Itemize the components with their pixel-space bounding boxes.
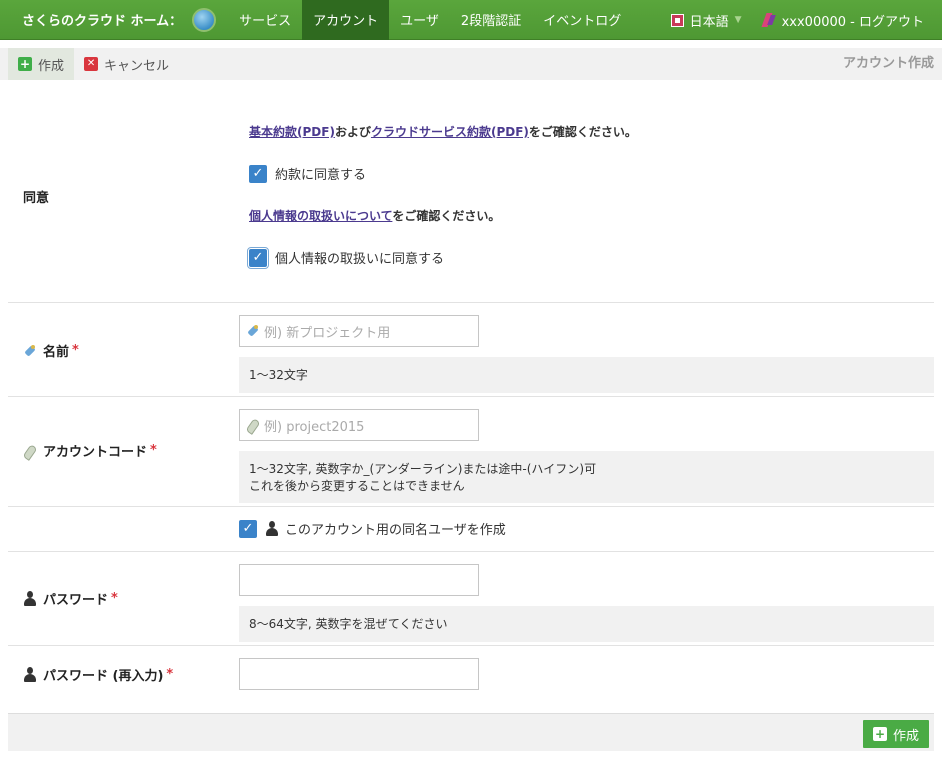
- plus-icon: +: [872, 727, 887, 741]
- nav-tab-users[interactable]: ユーザ: [389, 0, 450, 40]
- name-label: 名前 *: [23, 341, 79, 360]
- refresh-icon[interactable]: [192, 7, 217, 32]
- agree-terms-checkbox-line[interactable]: ✓ 約款に同意する: [249, 164, 366, 183]
- language-selector[interactable]: 日本語: [690, 11, 729, 30]
- password-label: パスワード *: [23, 589, 118, 608]
- password-input[interactable]: [239, 564, 479, 596]
- nav-tab-event-log[interactable]: イベントログ: [532, 0, 632, 40]
- basic-terms-link[interactable]: 基本約款(PDF): [249, 125, 335, 139]
- brand-home-link[interactable]: さくらのクラウド ホーム：: [0, 10, 182, 29]
- create-user-label: このアカウント用の同名ユーザを作成: [285, 523, 506, 538]
- toolbar: + 作成 ✕ キャンセル アカウント作成: [0, 48, 942, 80]
- name-hint: 1～32文字: [239, 357, 934, 393]
- required-mark: *: [72, 343, 79, 358]
- tag-icon: [246, 324, 260, 338]
- person-icon: [23, 667, 37, 682]
- agreement-label: 同意: [23, 191, 50, 206]
- feather-icon: [23, 443, 37, 459]
- toolbar-cancel-label: キャンセル: [104, 58, 170, 74]
- person-icon: [23, 591, 37, 606]
- nav-tab-two-factor[interactable]: 2段階認証: [450, 0, 532, 40]
- create-user-checkbox-line[interactable]: ✓ このアカウント用の同名ユーザを作成: [239, 519, 506, 538]
- agree-privacy-label: 個人情報の取扱いに同意する: [275, 252, 445, 267]
- privacy-line: 個人情報の取扱いについてをご確認ください。: [249, 209, 501, 223]
- chevron-down-icon[interactable]: ▼: [735, 15, 742, 25]
- nav-tab-account[interactable]: アカウント: [302, 0, 390, 40]
- create-user-checkbox[interactable]: ✓: [239, 519, 257, 538]
- page-title: アカウント作成: [842, 56, 934, 71]
- account-code-row: アカウントコード * 例) project2015 1～32文字, 英数字か_(ア…: [8, 397, 934, 507]
- submit-create-button[interactable]: + 作成: [862, 720, 929, 748]
- password-confirm-row: パスワード (再入力) *: [8, 646, 934, 708]
- password-confirm-label: パスワード (再入力) *: [23, 665, 173, 684]
- logout-link[interactable]: xxx00000 - ログアウト: [782, 11, 924, 30]
- agree-terms-checkbox[interactable]: ✓: [249, 164, 267, 183]
- top-nav: さくらのクラウド ホーム： サービス アカウント ユーザ 2段階認証 イベントロ…: [0, 0, 942, 40]
- account-code-placeholder: 例) project2015: [264, 419, 365, 435]
- submit-create-label: 作成: [892, 728, 919, 744]
- nav-right: 日本語 ▼ xxx00000 - ログアウト: [670, 0, 924, 40]
- plus-icon: +: [18, 57, 32, 71]
- account-code-input[interactable]: 例) project2015: [239, 409, 479, 441]
- password-hint: 8～64文字, 英数字を混ぜてください: [239, 606, 934, 642]
- nav-tab-services[interactable]: サービス: [228, 0, 302, 40]
- agree-privacy-checkbox[interactable]: ✓: [247, 246, 269, 269]
- name-input[interactable]: 例) 新プロジェクト用: [239, 315, 479, 347]
- password-confirm-input[interactable]: [239, 658, 479, 690]
- name-placeholder: 例) 新プロジェクト用: [264, 325, 391, 341]
- agree-privacy-checkbox-line[interactable]: ✓ 個人情報の取扱いに同意する: [247, 246, 445, 269]
- agree-terms-label: 約款に同意する: [275, 168, 367, 183]
- person-icon: [265, 521, 279, 536]
- toolbar-create-label: 作成: [38, 58, 65, 74]
- tag-icon: [23, 344, 37, 358]
- close-icon: ✕: [84, 57, 99, 71]
- agreement-row: 同意 基本約款(PDF)およびクラウドサービス約款(PDF)をご確認ください。 …: [8, 80, 934, 303]
- create-user-row: ✓ このアカウント用の同名ユーザを作成: [8, 507, 934, 552]
- cloud-terms-link[interactable]: クラウドサービス約款(PDF): [371, 125, 529, 139]
- privacy-link[interactable]: 個人情報の取扱いについて: [249, 209, 392, 223]
- toolbar-cancel-button[interactable]: ✕ キャンセル: [74, 48, 179, 80]
- user-icon: [762, 12, 776, 28]
- form-footer: + 作成: [8, 713, 934, 751]
- account-code-hint: 1～32文字, 英数字か_(アンダーライン)または途中-(ハイフン)可 これを後…: [239, 451, 934, 503]
- required-mark: *: [150, 443, 157, 458]
- account-code-label: アカウントコード *: [23, 441, 157, 460]
- language-icon: [670, 13, 684, 27]
- feather-icon: [246, 417, 260, 433]
- password-row: パスワード * 8～64文字, 英数字を混ぜてください: [8, 552, 934, 646]
- required-mark: *: [111, 591, 118, 606]
- terms-line: 基本約款(PDF)およびクラウドサービス約款(PDF)をご確認ください。: [249, 125, 637, 139]
- toolbar-create-button[interactable]: + 作成: [8, 48, 75, 80]
- required-mark: *: [166, 667, 174, 682]
- name-row: 名前 * 例) 新プロジェクト用 1～32文字: [8, 303, 934, 397]
